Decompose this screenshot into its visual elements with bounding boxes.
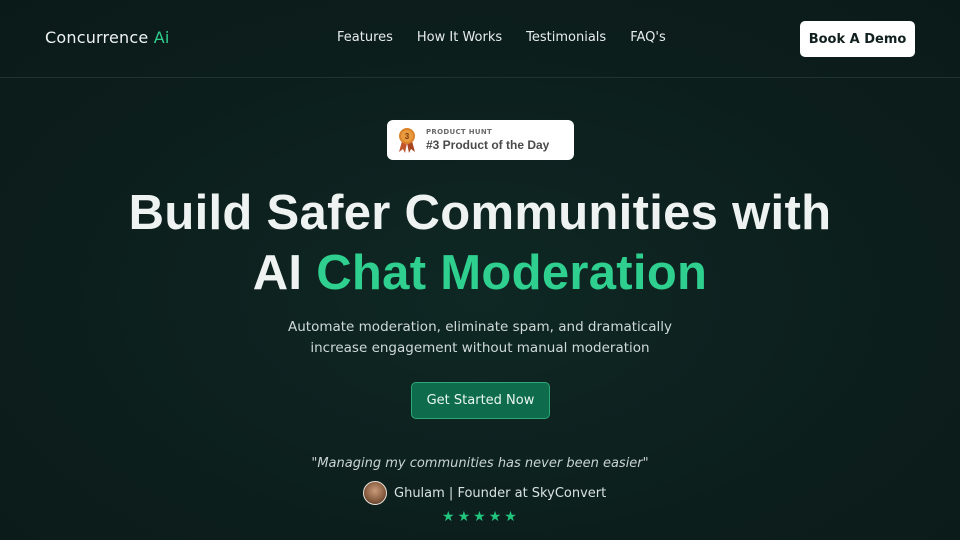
rating-stars: ★ ★ ★ ★ ★ (442, 509, 517, 525)
subtext-line2: increase engagement without manual moder… (310, 340, 650, 356)
subtext-line1: Automate moderation, eliminate spam, and… (288, 319, 672, 335)
badge-text: PRODUCT HUNT #3 Product of the Day (426, 128, 549, 152)
hero-headline: Build Safer Communities with AI Chat Mod… (0, 183, 960, 303)
logo-main: Concurrence (45, 28, 149, 47)
star-icon: ★ (504, 509, 517, 525)
testimonial-author: Ghulam | Founder at SkyConvert (363, 481, 606, 505)
landing-page: Concurrence Ai Features How It Works Tes… (0, 0, 960, 540)
nav-link-features[interactable]: Features (337, 30, 393, 45)
logo-accent: Ai (153, 28, 170, 47)
nav-link-testimonials[interactable]: Testimonials (526, 30, 606, 45)
product-hunt-badge[interactable]: 3 PRODUCT HUNT #3 Product of the Day (387, 120, 574, 160)
award-medal-icon: 3 (399, 128, 415, 153)
avatar (363, 481, 387, 505)
hero-subtext: Automate moderation, eliminate spam, and… (0, 317, 960, 359)
nav-link-how-it-works[interactable]: How It Works (417, 30, 502, 45)
testimonial-quote: "Managing my communities has never been … (311, 456, 649, 471)
star-icon: ★ (442, 509, 455, 525)
logo[interactable]: Concurrence Ai (45, 28, 169, 47)
book-demo-button[interactable]: Book A Demo (800, 21, 915, 57)
top-nav: Concurrence Ai Features How It Works Tes… (0, 0, 960, 78)
nav-links: Features How It Works Testimonials FAQ's (337, 30, 666, 45)
svg-text:3: 3 (405, 132, 410, 141)
badge-title: #3 Product of the Day (426, 138, 550, 152)
get-started-button[interactable]: Get Started Now (411, 382, 550, 419)
headline-line2-prefix: AI (252, 246, 303, 300)
nav-link-faqs[interactable]: FAQ's (630, 30, 666, 45)
star-icon: ★ (488, 509, 502, 525)
headline-line2-accent: Chat Moderation (316, 246, 708, 300)
star-icon: ★ (473, 509, 486, 525)
star-icon: ★ (457, 509, 471, 525)
headline-line1: Build Safer Communities with (128, 186, 832, 240)
author-name: Ghulam | Founder at SkyConvert (394, 485, 607, 501)
badge-label: PRODUCT HUNT (426, 128, 493, 136)
